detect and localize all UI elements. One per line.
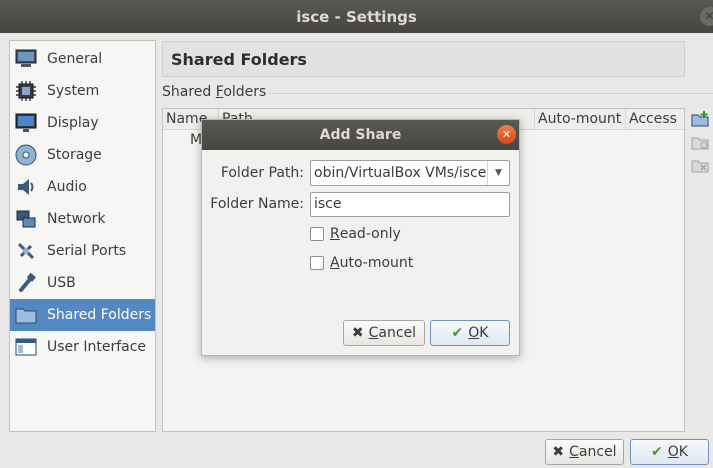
- ok-button[interactable]: ✔ O K: [630, 439, 709, 465]
- dialog-title: Add Share: [319, 127, 402, 143]
- folder-name-field[interactable]: isce: [310, 192, 510, 217]
- remove-folder-icon[interactable]: [689, 154, 711, 176]
- sidebar-item-shared-folders[interactable]: Shared Folders: [10, 299, 155, 331]
- display-icon: [14, 111, 38, 135]
- storage-icon: [14, 143, 38, 167]
- settings-sidebar: General System Display Storage Audio Net…: [9, 40, 156, 432]
- sidebar-item-audio[interactable]: Audio: [10, 171, 155, 203]
- add-folder-icon[interactable]: [689, 108, 711, 130]
- sidebar-item-label: Serial Ports: [47, 243, 127, 259]
- folder-path-value: obin/VirtualBox VMs/isce: [314, 165, 487, 181]
- sidebar-item-serial-ports[interactable]: Serial Ports: [10, 235, 155, 267]
- sidebar-item-display[interactable]: Display: [10, 107, 155, 139]
- sidebar-item-label: Storage: [47, 147, 102, 163]
- sidebar-item-general[interactable]: General: [10, 43, 155, 75]
- audio-icon: [14, 175, 38, 199]
- page-title: Shared Folders: [162, 41, 685, 77]
- sidebar-item-storage[interactable]: Storage: [10, 139, 155, 171]
- cancel-icon: ✖: [552, 444, 565, 460]
- folder-path-combo[interactable]: obin/VirtualBox VMs/isce ▼: [310, 160, 510, 186]
- checkmark-icon: ✔: [651, 444, 663, 460]
- shared-folders-icon: [14, 303, 38, 327]
- dialog-close-icon[interactable]: ✕: [497, 125, 516, 144]
- usb-icon: [14, 271, 38, 295]
- network-icon: [14, 207, 38, 231]
- sidebar-item-label: Shared Folders: [47, 307, 152, 323]
- sidebar-item-label: Display: [47, 115, 99, 131]
- edit-folder-icon[interactable]: [689, 131, 711, 153]
- sidebar-item-network[interactable]: Network: [10, 203, 155, 235]
- cancel-icon: ✖: [351, 325, 364, 341]
- sidebar-item-label: General: [47, 51, 103, 67]
- folder-name-label: Folder Name:: [210, 196, 304, 212]
- checkmark-icon: ✔: [451, 325, 464, 341]
- cancel-button[interactable]: ✖ Cancel: [545, 439, 624, 465]
- chevron-down-icon[interactable]: ▼: [487, 161, 509, 185]
- window-titlebar: isce - Settings ✕: [0, 0, 713, 33]
- sidebar-item-label: USB: [47, 275, 76, 291]
- serial-ports-icon: [14, 239, 38, 263]
- readonly-checkbox[interactable]: Read-only: [310, 226, 401, 242]
- add-share-dialog: Add Share ✕ Folder Path: obin/VirtualBox…: [201, 119, 520, 356]
- dialog-titlebar: Add Share ✕: [202, 120, 519, 150]
- sidebar-item-user-interface[interactable]: User Interface: [10, 331, 155, 363]
- system-icon: [14, 79, 38, 103]
- general-icon: [14, 47, 38, 71]
- window-close-icon[interactable]: ✕: [700, 7, 713, 26]
- dialog-cancel-button[interactable]: ✖ Cancel: [343, 320, 425, 346]
- sidebar-item-label: User Interface: [47, 339, 147, 355]
- column-header-auto-mount[interactable]: Auto-mount: [535, 109, 626, 130]
- checkbox-box[interactable]: [310, 227, 324, 241]
- user-interface-icon: [14, 335, 38, 359]
- dialog-ok-button[interactable]: ✔ O K: [430, 320, 510, 346]
- automount-checkbox[interactable]: Auto-mount: [310, 255, 413, 271]
- sidebar-item-system[interactable]: System: [10, 75, 155, 107]
- shared-folders-group-label: Shared Folders: [162, 84, 273, 100]
- checkbox-box[interactable]: [310, 256, 324, 270]
- sidebar-item-label: System: [47, 83, 100, 99]
- sidebar-item-label: Network: [47, 211, 106, 227]
- column-header-access[interactable]: Access: [626, 109, 684, 130]
- sidebar-item-usb[interactable]: USB: [10, 267, 155, 299]
- group-divider: [268, 93, 713, 94]
- sidebar-item-label: Audio: [47, 179, 87, 195]
- window-title: isce - Settings: [296, 7, 417, 26]
- folder-path-label: Folder Path:: [220, 165, 304, 181]
